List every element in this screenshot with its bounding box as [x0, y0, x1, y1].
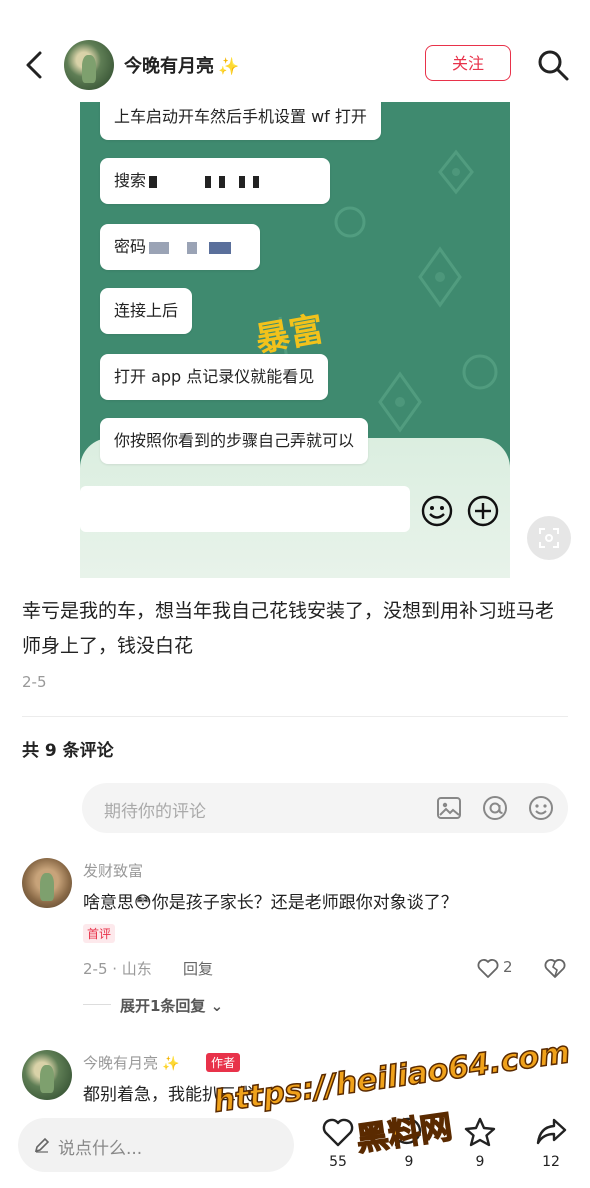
broken-heart-icon[interactable]	[543, 956, 567, 980]
post-date: 2-5	[22, 673, 47, 691]
commenter-avatar[interactable]	[22, 1050, 72, 1100]
chat-bubble-text: 连接上后	[114, 301, 179, 320]
comment-text: 都别着急，我能扒三代	[83, 1085, 253, 1105]
author-name[interactable]: 今晚有月亮 ✨	[124, 52, 239, 78]
plus-circle-icon	[467, 495, 499, 527]
commenter-name[interactable]: 今晚有月亮 ✨	[83, 1052, 179, 1073]
redacted-mark	[205, 175, 212, 188]
chat-bubble-text: 你按照你看到的步骤自己弄就可以	[114, 431, 355, 450]
author-avatar[interactable]	[64, 40, 114, 90]
chat-bubble: 连接上后	[100, 288, 193, 334]
post-body: 幸亏是我的车，想当年我自己花钱安装了，没想到用补习班马老师身上了，钱没白花	[22, 600, 555, 657]
redacted-mark	[187, 241, 198, 254]
back-button[interactable]	[18, 48, 52, 82]
heart-icon	[322, 1118, 354, 1147]
chat-bubble-text: 打开 app 点记录仪就能看见	[114, 367, 315, 386]
smile-icon	[421, 495, 453, 527]
redacted-mark	[219, 175, 226, 188]
like-button[interactable]: 55	[313, 1116, 363, 1170]
emoji-button	[420, 494, 454, 528]
like-count: 2	[503, 958, 513, 976]
sparkle-icon: ✨	[162, 1056, 180, 1072]
bottom-bar: 说点什么... 55 9 9 12	[0, 1106, 590, 1188]
comment-input[interactable]: 期待你的评论	[82, 783, 568, 833]
favorite-count: 9	[475, 1154, 485, 1170]
follow-button[interactable]: 关注	[425, 45, 511, 81]
chat-bubble: 打开 app 点记录仪就能看见	[100, 354, 329, 400]
expand-divider	[83, 1004, 111, 1005]
search-button[interactable]	[536, 48, 570, 82]
divider	[22, 716, 568, 717]
comment-button[interactable]: 9	[384, 1116, 434, 1170]
redacted-mark	[239, 175, 246, 188]
comment-bubble-icon	[393, 1117, 422, 1147]
image-icon[interactable]	[436, 795, 462, 821]
like-count: 55	[329, 1154, 347, 1170]
scan-icon	[539, 528, 559, 548]
say-something-placeholder: 说点什么...	[58, 1139, 143, 1159]
expand-replies-button[interactable]: 展开1条回复 ⌄	[120, 995, 223, 1016]
redacted-mark	[209, 241, 232, 254]
top-bar: 今晚有月亮 ✨ 关注	[0, 0, 590, 102]
share-icon	[536, 1118, 567, 1145]
commenter-name[interactable]: 发财致富	[83, 860, 143, 881]
search-icon	[538, 50, 569, 81]
favorite-button[interactable]: 9	[455, 1116, 505, 1170]
comment-count: 共 9 条评论	[22, 741, 114, 761]
chat-bubble-text: 上车启动开车然后手机设置 wf 打开	[114, 107, 367, 126]
comment-meta: 2-5 · 山东	[83, 960, 152, 978]
chat-bubble: 密码	[100, 224, 260, 270]
sparkle-icon: ✨	[218, 57, 240, 77]
share-count: 12	[542, 1154, 560, 1170]
heart-icon[interactable]	[476, 956, 500, 980]
author-badge: 作者	[206, 1053, 241, 1072]
share-button[interactable]: 12	[526, 1116, 576, 1170]
plus-button	[466, 494, 500, 528]
redacted-mark	[149, 175, 158, 188]
redacted-mark	[149, 241, 170, 254]
author-name-text: 今晚有月亮	[124, 56, 214, 77]
reply-button[interactable]: 回复	[183, 958, 213, 979]
redacted-mark	[253, 175, 260, 188]
pencil-icon	[34, 1137, 50, 1153]
chevron-left-icon	[26, 51, 42, 79]
comment-text: 啥意思😳你是孩子家长？还是老师跟你对象谈了？	[83, 893, 458, 913]
image-search-button[interactable]	[527, 516, 571, 560]
commenter-name-text: 今晚有月亮	[83, 1054, 159, 1072]
star-icon	[464, 1117, 496, 1147]
comment-input-placeholder: 期待你的评论	[104, 802, 206, 822]
chat-input-field	[80, 486, 410, 532]
chat-bubble: 你按照你看到的步骤自己弄就可以	[100, 418, 369, 464]
commenter-avatar[interactable]	[22, 858, 72, 908]
emoji-icon[interactable]	[528, 795, 554, 821]
chat-bubble: 搜索	[100, 158, 330, 204]
at-icon[interactable]	[482, 795, 508, 821]
chat-bubble-text: 密码	[114, 237, 147, 256]
first-comment-badge: 首评	[83, 924, 116, 943]
post-image[interactable]: 暴富 上车启动开车然后手机设置 wf 打开 搜索 密码 连接上后 打开 app …	[80, 102, 510, 578]
chat-bubble: 上车启动开车然后手机设置 wf 打开	[100, 102, 381, 140]
comment-count-bottom: 9	[404, 1154, 414, 1170]
chat-bubble-text: 搜索	[114, 171, 147, 190]
say-something-input[interactable]: 说点什么...	[18, 1118, 294, 1172]
